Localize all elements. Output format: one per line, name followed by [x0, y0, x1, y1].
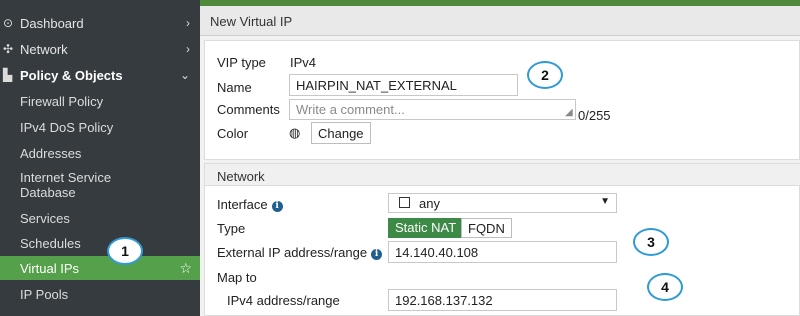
external-ip-input[interactable]: 14.140.40.108 — [388, 241, 617, 263]
sidebar-item-label: IP Pools — [20, 286, 69, 302]
sidebar-item-internet-service-database[interactable]: Internet Service Database — [0, 169, 200, 201]
sidebar-item-services[interactable]: Services — [0, 209, 200, 227]
sidebar-item-firewall-policy[interactable]: Firewall Policy — [0, 92, 200, 110]
network-section: Network Interface i any ▼ Type Static NAT… — [204, 163, 800, 316]
sidebar-item-ipv4-dos-policy[interactable]: IPv4 DoS Policy — [0, 118, 200, 136]
sidebar-item-ip-pools[interactable]: IP Pools — [0, 285, 200, 303]
sidebar-item-addresses[interactable]: Addresses — [0, 144, 200, 162]
type-label: Type — [217, 221, 246, 236]
sidebar-item-label: Schedules — [20, 235, 81, 251]
app-window: ⊙ Dashboard › ✣ Network › ▙ Policy & Obj… — [0, 0, 800, 316]
sidebar-item-label: Network — [20, 41, 68, 57]
comments-textarea[interactable]: Write a comment... — [289, 99, 576, 120]
ipv4-range-input[interactable]: 192.168.137.132 — [388, 289, 617, 311]
chevron-down-icon: ⌄ — [179, 68, 190, 82]
callout-marker: 1 — [107, 237, 143, 265]
ipv4-range-label: IPv4 address/range — [227, 293, 340, 308]
name-label: Name — [217, 80, 252, 95]
palette-icon: ◍ — [289, 125, 301, 140]
info-icon[interactable]: i — [271, 201, 283, 212]
callout-marker: 4 — [647, 273, 683, 301]
sidebar-item-label: Addresses — [20, 145, 82, 161]
vip-type-value: IPv4 — [290, 55, 317, 70]
comments-counter: 0/255 — [578, 108, 611, 123]
star-icon[interactable]: ☆ — [179, 260, 192, 277]
color-label: Color — [217, 126, 249, 141]
color-change-button[interactable]: Change — [311, 122, 371, 144]
sidebar-item-label: Virtual IPs — [20, 260, 80, 276]
vip-form-panel: VIP type IPv4 Name HAIRPIN_NAT_EXTERNAL … — [204, 40, 800, 160]
sidebar-item-label: Firewall Policy — [20, 93, 104, 109]
external-ip-label: External IP address/range i — [217, 245, 383, 260]
info-icon[interactable]: i — [371, 249, 383, 260]
interface-value: any — [419, 196, 440, 211]
sidebar-nav: ⊙ Dashboard › ✣ Network › ▙ Policy & Obj… — [0, 0, 200, 316]
type-static-nat-toggle[interactable]: Static NAT — [388, 218, 464, 238]
sidebar-item-policy-objects[interactable]: ▙ Policy & Objects ⌄ — [0, 66, 200, 84]
sidebar-item-label: Dashboard — [20, 15, 84, 31]
interface-label: Interface i — [217, 197, 283, 212]
vip-type-label: VIP type — [217, 55, 266, 70]
sidebar-item-dashboard[interactable]: ⊙ Dashboard › — [0, 14, 200, 32]
network-section-title: Network — [217, 169, 265, 184]
network-section-header: Network — [205, 164, 800, 186]
sidebar-item-label: Internet Service Database — [20, 170, 112, 200]
resize-handle-icon[interactable]: ◢ — [565, 107, 573, 118]
checkbox-icon — [399, 197, 410, 208]
dashboard-icon: ⊙ — [3, 16, 14, 30]
comments-label: Comments — [217, 102, 280, 117]
type-fqdn-toggle[interactable]: FQDN — [461, 218, 512, 238]
network-icon: ✣ — [3, 42, 14, 56]
callout-marker: 3 — [633, 228, 669, 256]
sidebar-item-schedules[interactable]: Schedules — [0, 234, 200, 252]
policy-icon: ▙ — [3, 68, 13, 82]
sidebar-item-network[interactable]: ✣ Network › — [0, 40, 200, 58]
chevron-right-icon: › — [186, 42, 190, 56]
callout-marker: 2 — [527, 61, 563, 89]
interface-select[interactable]: any ▼ — [388, 193, 617, 213]
name-input[interactable]: HAIRPIN_NAT_EXTERNAL — [289, 74, 518, 96]
map-to-label: Map to — [217, 270, 257, 285]
page-header: New Virtual IP — [200, 6, 800, 36]
chevron-right-icon: › — [186, 16, 190, 30]
sidebar-item-label: Services — [20, 210, 70, 226]
caret-down-icon: ▼ — [600, 196, 610, 207]
page-title: New Virtual IP — [210, 14, 293, 29]
sidebar-item-label: Policy & Objects — [20, 67, 123, 83]
sidebar-item-label: IPv4 DoS Policy — [20, 119, 114, 135]
sidebar-item-virtual-ips[interactable]: Virtual IPs ☆ — [0, 256, 200, 280]
